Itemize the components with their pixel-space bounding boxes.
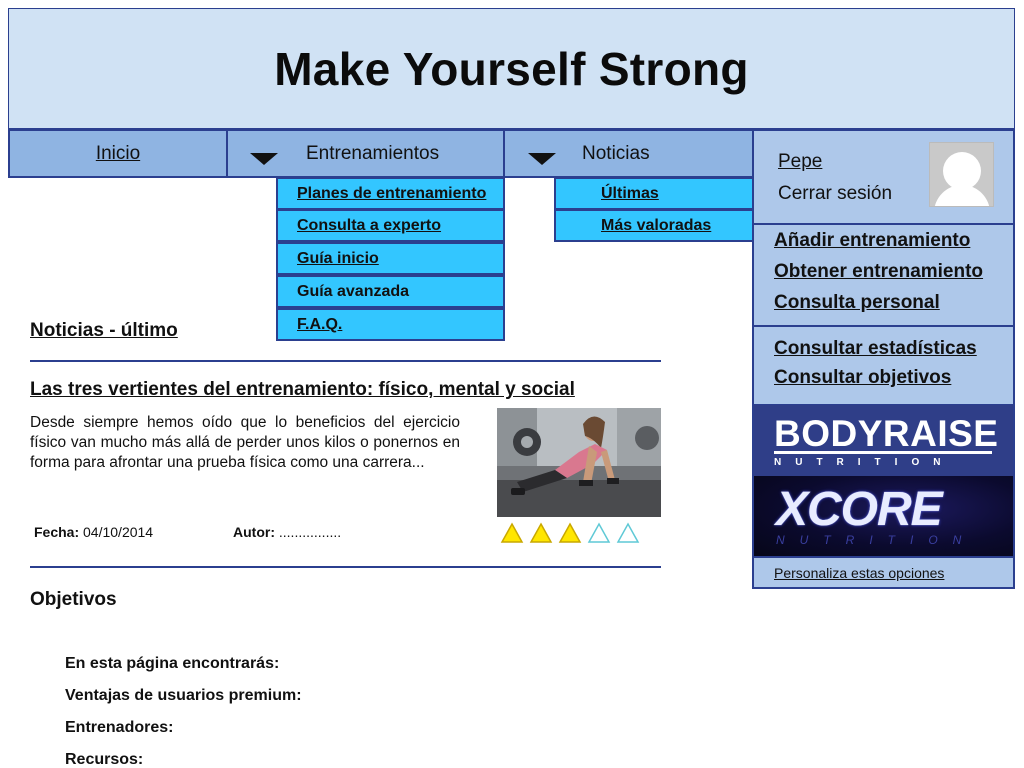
link-consulta-personal[interactable]: Consulta personal xyxy=(774,292,940,314)
dropdown-item-ultimas[interactable]: Últimas xyxy=(554,177,754,210)
sidebar-stats-group: Consultar estadísticas Consultar objetiv… xyxy=(752,325,1015,406)
customize-options-link[interactable]: Personaliza estas opciones xyxy=(752,556,1015,589)
dropdown-item-faq[interactable]: F.A.Q. xyxy=(276,308,505,341)
link-consultar-objetivos[interactable]: Consultar objetivos xyxy=(774,367,951,389)
rating-filled-icon[interactable] xyxy=(500,522,524,544)
nav-inicio-label: Inicio xyxy=(95,142,141,164)
date-label: Fecha: xyxy=(34,524,80,540)
objetivos-item: Ventajas de usuarios premium: xyxy=(65,687,302,704)
dropdown-item-mas-valoradas[interactable]: Más valoradas xyxy=(554,209,754,242)
workout-photo-icon xyxy=(497,408,661,517)
xcore-sub: NUTRITION xyxy=(776,533,977,547)
author-label: Autor: xyxy=(233,524,275,540)
caret-down-icon xyxy=(250,153,278,165)
date-value: 04/10/2014 xyxy=(83,524,154,540)
dropdown-item-label: Consulta a experto xyxy=(297,216,442,234)
link-obtener-entrenamiento[interactable]: Obtener entrenamiento xyxy=(774,261,983,283)
logo-divider xyxy=(774,451,992,454)
site-header: Make Yourself Strong xyxy=(8,8,1015,129)
dropdown-item-consulta-experto[interactable]: Consulta a experto xyxy=(276,209,505,242)
xcore-logo: XCORE xyxy=(776,483,943,536)
objetivos-item: Recursos: xyxy=(65,751,144,768)
dropdown-item-label: Planes de entrenamiento xyxy=(297,184,487,202)
user-name-link[interactable]: Pepe xyxy=(778,151,822,173)
dropdown-item-guia-inicio[interactable]: Guía inicio xyxy=(276,242,505,275)
avatar[interactable] xyxy=(929,142,994,207)
nav-noticias[interactable]: Noticias xyxy=(503,129,754,178)
user-panel: Pepe Cerrar sesión xyxy=(752,129,1015,225)
rating-filled-icon[interactable] xyxy=(529,522,553,544)
bodyraise-sub: NUTRITION xyxy=(774,457,955,468)
dropdown-item-label: Más valoradas xyxy=(601,216,712,234)
rating-empty-icon[interactable] xyxy=(587,522,611,544)
logout-link[interactable]: Cerrar sesión xyxy=(778,183,892,205)
author-value: ................ xyxy=(278,524,342,540)
sidebar-actions-group: Añadir entrenamiento Obtener entrenamien… xyxy=(752,223,1015,327)
dropdown-item-label: Últimas xyxy=(601,184,659,202)
caret-down-icon xyxy=(528,153,556,165)
page: Make Yourself Strong Inicio Entrenamient… xyxy=(0,0,1024,768)
dropdown-item-label: F.A.Q. xyxy=(297,315,343,333)
article-title-link[interactable]: Las tres vertientes del entrenamiento: f… xyxy=(30,379,575,401)
rating[interactable] xyxy=(500,522,640,544)
bodyraise-logo: BODYRAISE xyxy=(774,413,999,454)
divider xyxy=(30,360,661,362)
site-title: Make Yourself Strong xyxy=(274,42,749,95)
nav-inicio[interactable]: Inicio xyxy=(8,129,228,178)
objetivos-item: Entrenadores: xyxy=(65,719,174,736)
link-consultar-estadisticas[interactable]: Consultar estadísticas xyxy=(774,338,977,360)
customize-label: Personaliza estas opciones xyxy=(774,564,945,581)
ad-xcore[interactable]: XCORE NUTRITION xyxy=(752,476,1015,557)
dropdown-item-guia-avanzada[interactable]: Guía avanzada xyxy=(276,275,505,308)
article-excerpt: Desde siempre hemos oído que lo benefici… xyxy=(30,414,460,471)
rating-filled-icon[interactable] xyxy=(558,522,582,544)
nav-entrenamientos[interactable]: Entrenamientos xyxy=(226,129,505,178)
dropdown-item-planes[interactable]: Planes de entrenamiento xyxy=(276,177,505,210)
divider xyxy=(30,566,661,568)
objetivos-title: Objetivos xyxy=(30,589,117,610)
nav-noticias-label: Noticias xyxy=(582,143,650,164)
dropdown-item-label: Guía inicio xyxy=(297,249,379,267)
dropdown-item-label: Guía avanzada xyxy=(297,282,410,300)
article-author: Autor: ................ xyxy=(233,524,341,540)
article-image[interactable] xyxy=(497,408,661,517)
link-anadir-entrenamiento[interactable]: Añadir entrenamiento xyxy=(774,230,970,252)
rating-empty-icon[interactable] xyxy=(616,522,640,544)
objetivos-item: En esta página encontrarás: xyxy=(65,655,280,672)
article-date: Fecha: 04/10/2014 xyxy=(34,524,153,540)
section-title[interactable]: Noticias - último xyxy=(30,320,178,342)
ad-bodyraise[interactable]: BODYRAISE NUTRITION xyxy=(752,405,1015,476)
nav-entrenamientos-label: Entrenamientos xyxy=(306,143,440,164)
